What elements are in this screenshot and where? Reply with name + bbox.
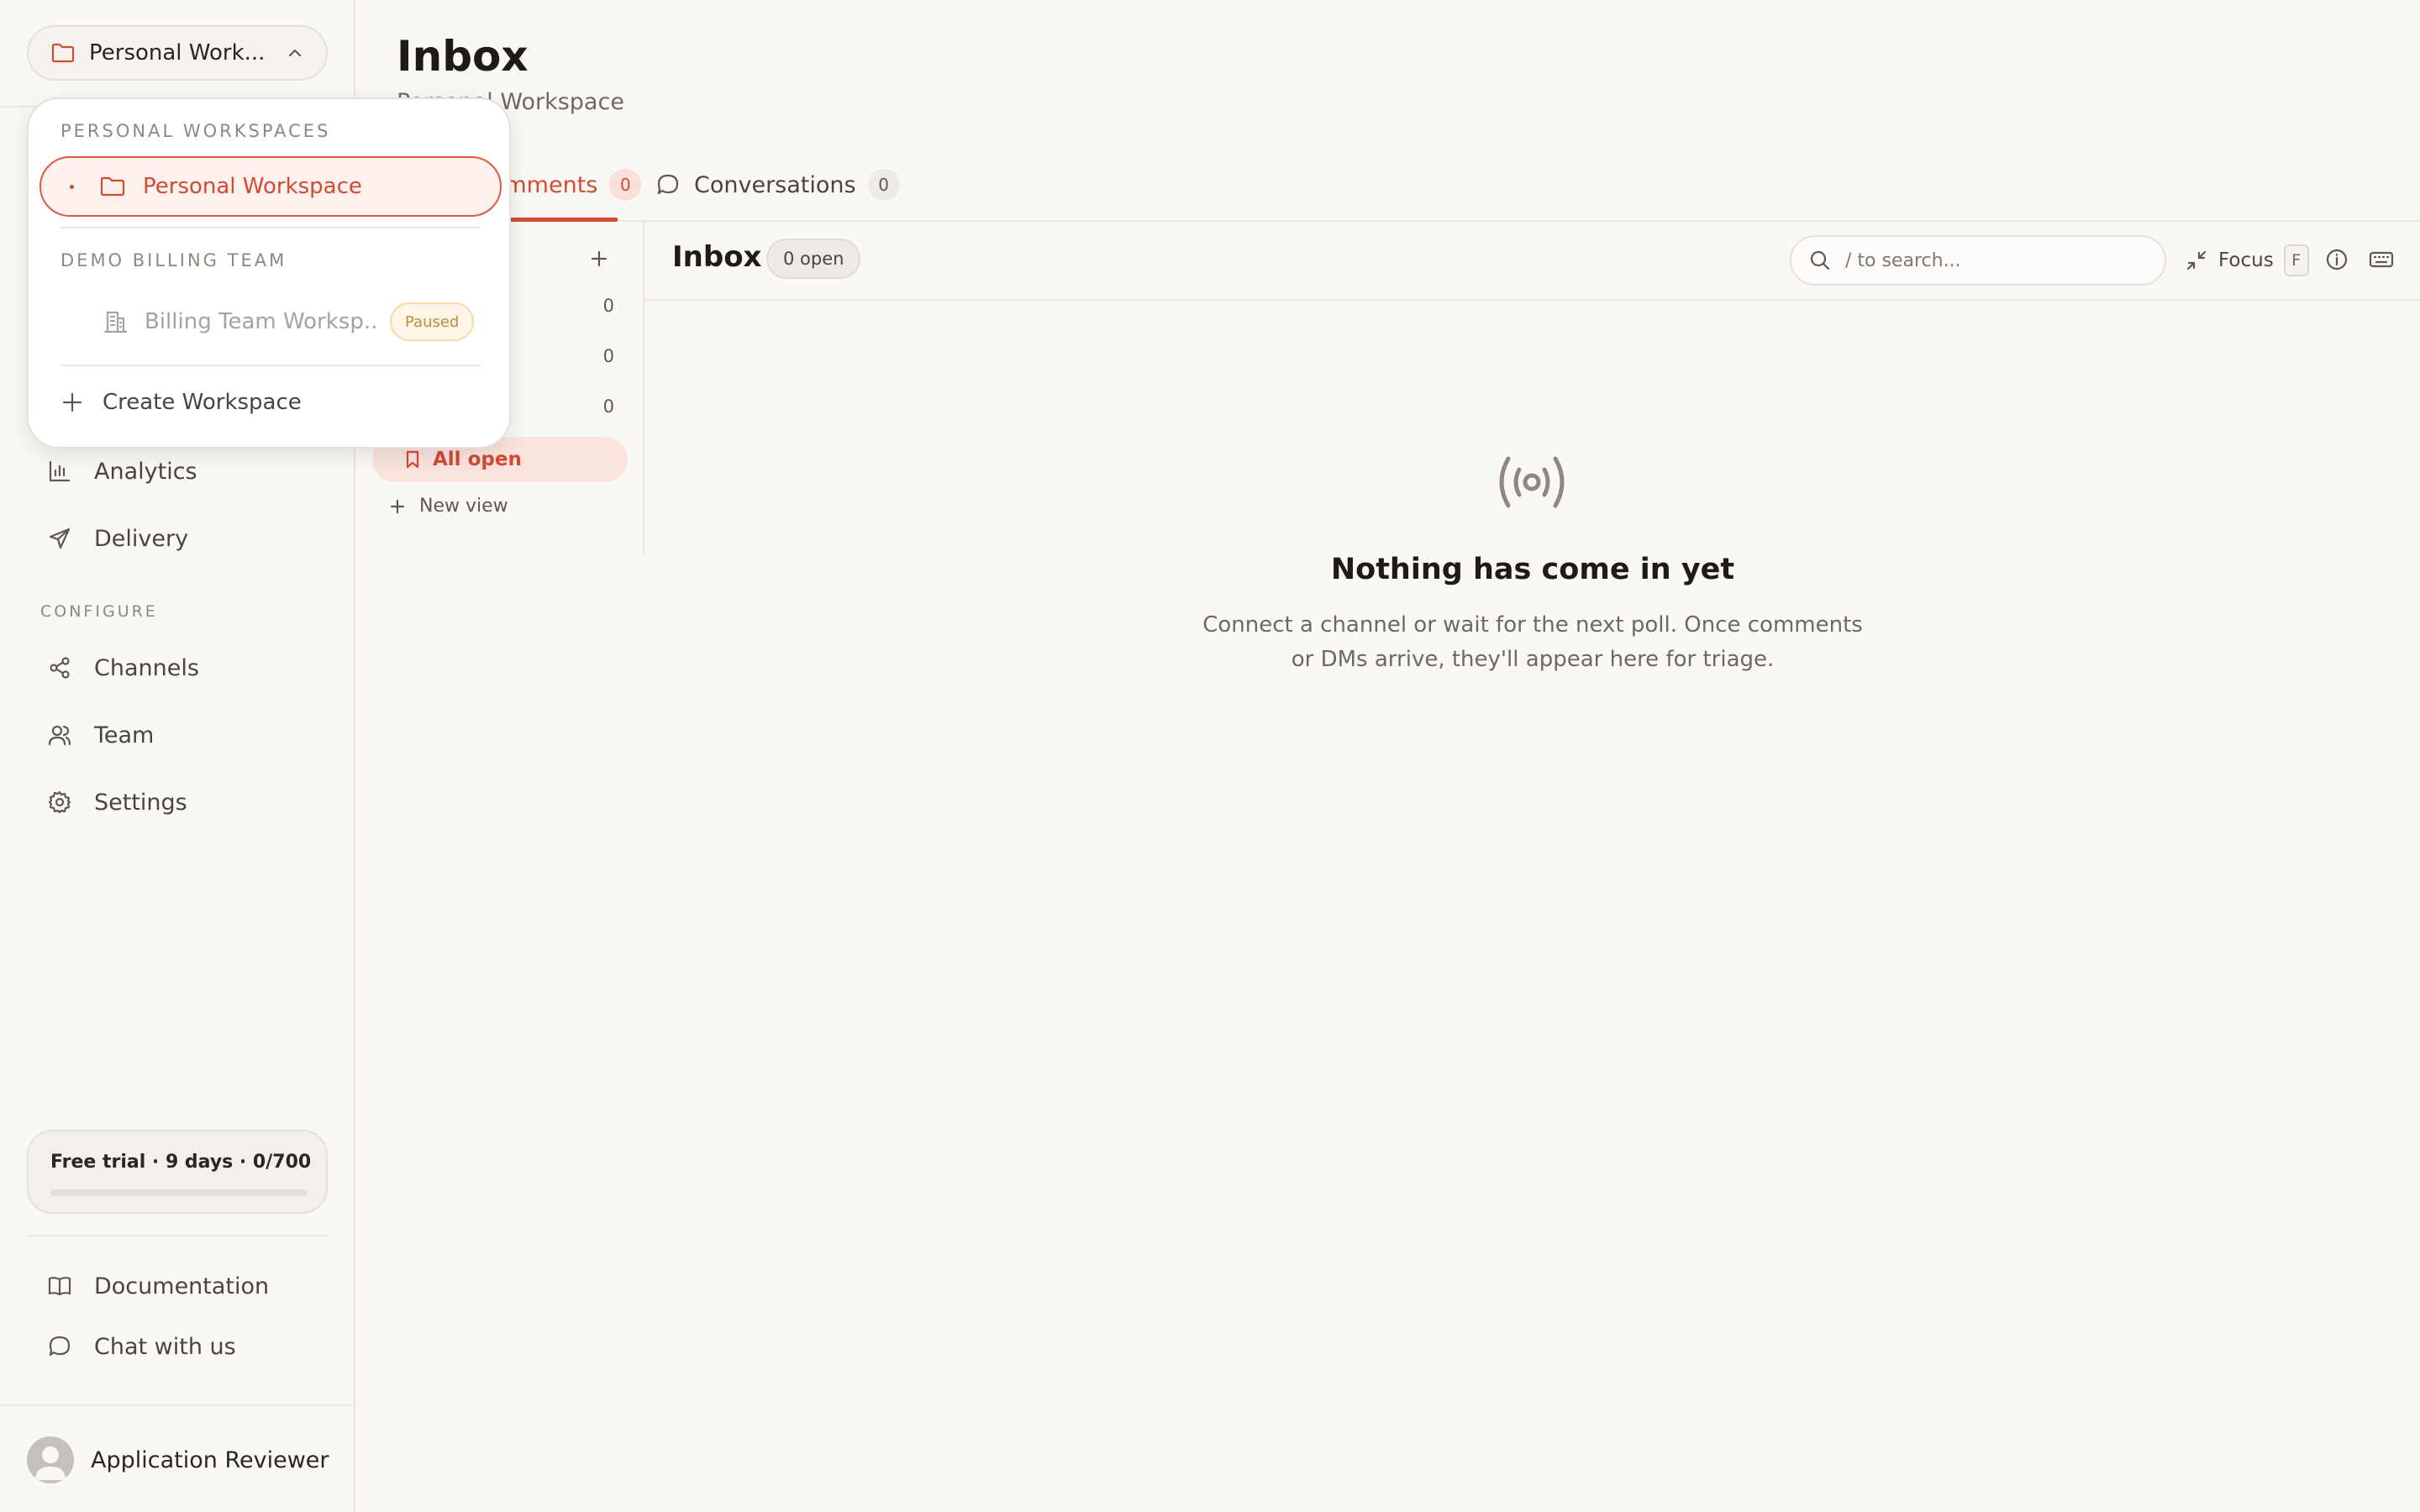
create-workspace-label: Create Workspace (103, 390, 302, 415)
sidebar-item-label: Documentation (94, 1273, 270, 1299)
tab-count-badge: 0 (867, 169, 900, 201)
view-count: 0 (602, 296, 614, 316)
folder-icon (50, 42, 76, 64)
empty-state-description: Connect a channel or wait for the next p… (1202, 612, 1863, 672)
view-count: 0 (602, 346, 614, 366)
dropdown-divider (60, 365, 481, 366)
send-icon (47, 526, 72, 551)
folder-icon (99, 175, 126, 198)
search-icon (1808, 249, 1832, 272)
keyboard-icon[interactable] (2368, 247, 2395, 272)
sidebar-item-channels[interactable]: Channels (47, 649, 199, 686)
workspace-option-billing[interactable]: Billing Team Worksp... Paused (103, 301, 486, 343)
focus-button[interactable]: Focus F (2185, 244, 2309, 277)
info-icon[interactable] (2324, 247, 2349, 272)
configure-section-label: CONFIGURE (40, 602, 158, 621)
workspace-switcher-label: Personal Work... (89, 40, 266, 66)
selected-dot (70, 184, 74, 189)
workspace-option-label: Billing Team Worksp... (145, 309, 376, 334)
workspace-option-label: Personal Workspace (143, 174, 362, 199)
sidebar-item-delivery[interactable]: Delivery (47, 520, 188, 557)
chat-icon (655, 172, 681, 197)
sidebar-item-label: Delivery (94, 525, 189, 552)
search-box[interactable] (1790, 235, 2166, 286)
sidebar-item-chat[interactable]: Chat with us (47, 1328, 236, 1365)
page-title: Inbox (397, 32, 529, 81)
add-view-icon[interactable] (589, 249, 609, 269)
sidebar-item-documentation[interactable]: Documentation (47, 1268, 269, 1305)
sidebar-item-settings[interactable]: Settings (47, 784, 187, 821)
status-badge: Paused (390, 302, 475, 341)
building-icon (103, 309, 128, 334)
share-icon (47, 655, 72, 680)
sidebar-divider (27, 1235, 328, 1236)
bar-chart-icon (47, 459, 72, 484)
inbox-heading: Inbox (672, 240, 762, 274)
dropdown-divider (60, 227, 481, 228)
gear-icon (47, 790, 72, 815)
tab-count-badge: 0 (609, 169, 642, 201)
new-view-label: New view (419, 496, 508, 517)
sidebar-item-analytics[interactable]: Analytics (47, 453, 197, 490)
open-count-badge: 0 open (766, 239, 861, 279)
sidebar-item-team[interactable]: Team (47, 717, 154, 753)
plus-icon (60, 391, 84, 414)
chat-icon (47, 1334, 72, 1359)
user-menu[interactable]: Application Reviewer (27, 1436, 329, 1483)
tabs-divider (355, 220, 2420, 222)
plus-icon (389, 498, 406, 515)
focus-label: Focus (2218, 249, 2274, 271)
view-count: 0 (602, 396, 614, 417)
create-workspace-button[interactable]: Create Workspace (60, 390, 302, 415)
workspace-switcher-button[interactable]: Personal Work... (27, 25, 328, 81)
trial-card[interactable]: Free trial · 9 days · 0/700 (27, 1130, 328, 1214)
trial-text: Free trial · 9 days · 0/700 (50, 1152, 312, 1173)
minimize-icon (2185, 249, 2208, 272)
toolbar-divider (644, 299, 2420, 301)
trial-progress-bar (50, 1189, 308, 1196)
sidebar-item-label: Channels (94, 654, 199, 681)
tab-conversations[interactable]: Conversations 0 (655, 165, 900, 205)
view-label: All open (433, 449, 522, 470)
sidebar-item-label: Chat with us (94, 1333, 236, 1360)
workspace-option-personal[interactable]: Personal Workspace (39, 156, 502, 217)
sidebar-item-label: Analytics (94, 458, 197, 485)
sidebar-item-label: Team (94, 722, 155, 748)
bookmark-icon (404, 449, 421, 470)
focus-shortcut-key: F (2283, 244, 2309, 276)
sidebar-item-label: Settings (94, 789, 187, 816)
new-view-button[interactable]: New view (389, 496, 508, 517)
sidebar-divider (0, 1404, 355, 1406)
user-name: Application Reviewer (91, 1446, 329, 1473)
tab-label: Conversations (694, 171, 856, 198)
team-section-label: DEMO BILLING TEAM (60, 250, 287, 270)
chevron-up-icon (286, 47, 304, 59)
users-icon (47, 722, 72, 748)
book-icon (47, 1273, 72, 1299)
workspace-dropdown: PERSONAL WORKSPACES Personal Workspace D… (27, 97, 511, 449)
empty-state-title: Nothing has come in yet (1330, 553, 1735, 586)
personal-workspaces-section-label: PERSONAL WORKSPACES (60, 121, 331, 141)
search-input[interactable] (1845, 249, 2148, 271)
broadcast-icon (1491, 449, 1572, 516)
avatar (27, 1436, 74, 1483)
